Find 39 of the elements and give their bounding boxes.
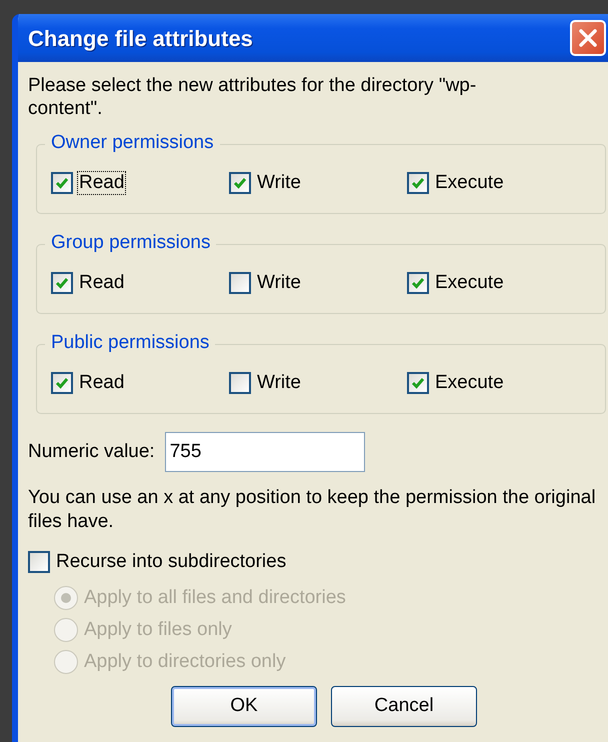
checkbox-label[interactable]: Recurse into subdirectories <box>54 550 288 574</box>
close-button[interactable] <box>570 20 606 56</box>
checkbox-label[interactable]: Write <box>255 371 303 395</box>
hint-text: You can use an x at any position to keep the permission the original files have. <box>28 486 597 534</box>
checkbox-label[interactable]: Execute <box>433 171 506 195</box>
checkbox[interactable] <box>51 372 73 394</box>
numeric-value-label: Numeric value: <box>28 440 155 464</box>
group-title: Owner permissions <box>45 132 220 154</box>
checkbox[interactable] <box>407 372 429 394</box>
checkbox[interactable] <box>51 172 73 194</box>
checkbox-label[interactable]: Read <box>77 171 126 195</box>
checkbox[interactable] <box>28 551 50 573</box>
checkmark-icon <box>55 276 69 290</box>
cancel-button[interactable]: Cancel <box>331 686 477 727</box>
checkmark-icon <box>411 376 425 390</box>
checkbox-label[interactable]: Write <box>255 171 303 195</box>
intro-text: Please select the new attributes for the directory "wp-content". <box>28 74 478 120</box>
checkbox-label[interactable]: Execute <box>433 271 506 295</box>
window-title: Change file attributes <box>28 24 253 53</box>
checkbox[interactable] <box>407 272 429 294</box>
checkmark-icon <box>55 376 69 390</box>
checkbox[interactable] <box>229 372 251 394</box>
numeric-value-field[interactable]: 755 <box>164 432 365 472</box>
group-title: Public permissions <box>45 332 216 354</box>
checkbox[interactable] <box>229 172 251 194</box>
checkbox-label[interactable]: Execute <box>433 371 506 395</box>
checkmark-icon <box>233 176 247 190</box>
checkbox-label[interactable]: Read <box>77 271 126 295</box>
checkmark-icon <box>55 176 69 190</box>
ok-button[interactable]: OK <box>171 686 317 727</box>
checkbox[interactable] <box>51 272 73 294</box>
close-icon <box>578 28 598 48</box>
checkbox-label[interactable]: Write <box>255 271 303 295</box>
checkbox[interactable] <box>229 272 251 294</box>
checkmark-icon <box>411 276 425 290</box>
group-title: Group permissions <box>45 232 216 254</box>
checkbox[interactable] <box>407 172 429 194</box>
checkbox-label[interactable]: Read <box>77 371 126 395</box>
checkmark-icon <box>411 176 425 190</box>
